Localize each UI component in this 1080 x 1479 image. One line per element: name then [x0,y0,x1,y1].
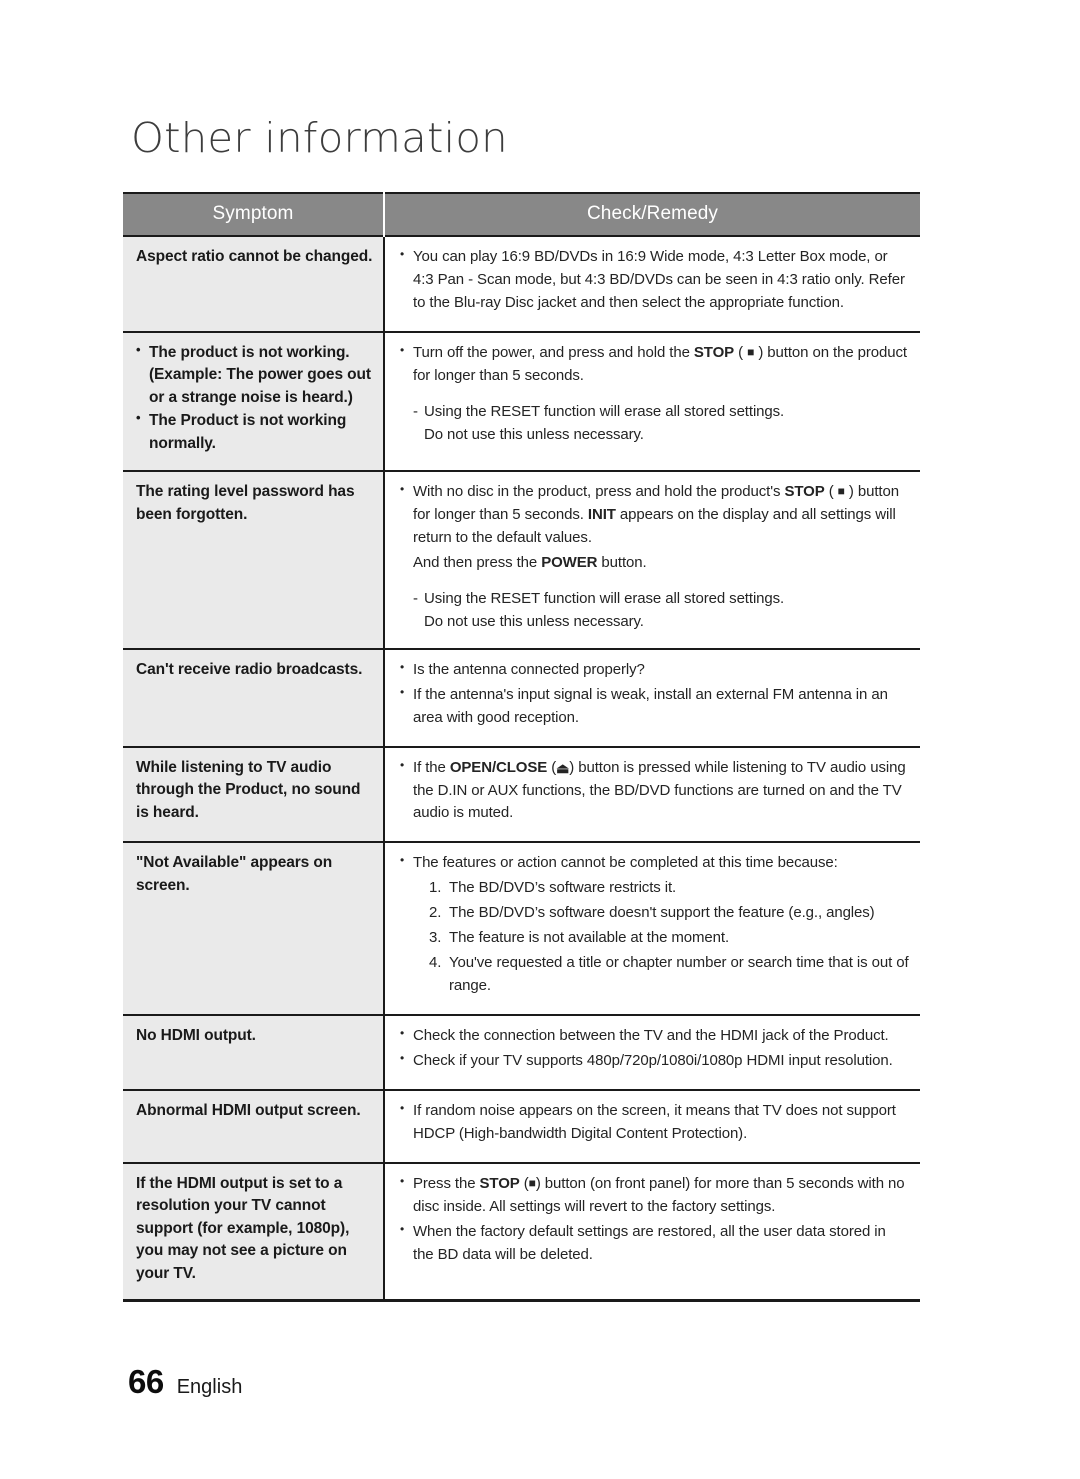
remedy-bullet-list: Turn off the power, and press and hold t… [399,341,910,388]
table-row: Abnormal HDMI output screen. If random no… [123,1089,920,1164]
remedy-note-line: Using the RESET function will erase all … [413,588,910,611]
remedy-note-line: Do not use this unless necessary. [424,612,644,630]
table-row: The product is not working. (Example: Th… [123,331,920,473]
remedy-bullet-list: You can play 16:9 BD/DVDs in 16:9 Wide m… [399,245,910,315]
table-header: Symptom Check/Remedy [123,193,920,236]
remedy-note: Using the RESET function will erase all … [399,401,910,447]
symptom-cell: While listening to TV audio through the … [123,746,385,844]
remedy-cell: Press the STOP (■) button (on front pane… [384,1162,920,1303]
symptom-list-item: The product is not working. (Example: Th… [136,341,375,409]
symptom-text: While listening to TV audio through the … [136,758,361,821]
table-row: If the HDMI output is set to a resolutio… [123,1162,920,1303]
table-row: Aspect ratio cannot be changed. You can p… [123,236,920,333]
stop-square-icon: ■ [837,484,845,499]
page-language: English [176,1376,243,1398]
remedy-cell: Is the antenna connected properly?If the… [384,648,920,748]
remedy-numbered-list: The BD/DVD’s software restricts it. The B… [399,877,910,998]
remedy-bullet-item: Press the STOP (■) button (on front pane… [399,1172,910,1219]
page-number: 66 [128,1363,164,1400]
symptom-text: Aspect ratio cannot be changed. [136,248,373,265]
remedy-bullet-list: Is the antenna connected properly?If the… [399,658,910,730]
stop-square-icon: ■ [528,1175,536,1190]
remedy-note: Using the RESET function will erase all … [399,588,910,634]
remedy-cell: If the OPEN/CLOSE (⏏) button is pressed … [384,746,920,844]
remedy-bullet-item: If the OPEN/CLOSE (⏏) button is pressed … [399,756,910,826]
page-title: Other information [131,114,508,162]
symptom-text: No HDMI output. [136,1027,256,1045]
remedy-cell: Check the connection between the TV and … [384,1015,920,1091]
remedy-bullet-item: Check if your TV supports 480p/720p/1080… [399,1049,910,1073]
remedy-numbered-item: The BD/DVD’s software restricts it. [429,877,677,900]
remedy-bullet-list: The features or action cannot be complet… [399,851,910,875]
remedy-bullet-list: Press the STOP (■) button (on front pane… [399,1172,910,1267]
remedy-plain-line: And then press the POWER button. [413,553,647,571]
column-header-symptom: Symptom [123,193,385,236]
remedy-bullet-item: Turn off the power, and press and hold t… [399,341,910,388]
remedy-bullet-item: The features or action cannot be complet… [399,851,910,875]
troubleshooting-table: Symptom Check/Remedy Aspect ratio cannot… [123,192,920,1303]
column-header-check-remedy: Check/Remedy [384,193,920,236]
remedy-cell: You can play 16:9 BD/DVDs in 16:9 Wide m… [384,236,920,333]
symptom-text: The rating level password has been forgo… [136,483,355,523]
remedy-cell: The features or action cannot be complet… [384,842,920,1017]
symptom-list: The product is not working. (Example: Th… [136,341,375,455]
troubleshooting-table-wrapper: Symptom Check/Remedy Aspect ratio cannot… [123,192,920,1303]
remedy-bullet-item: If the antenna's input signal is weak, i… [399,683,910,730]
symptom-text: If the HDMI output is set to a resolutio… [136,1174,350,1282]
remedy-numbered-item: The BD/DVD’s software doesn't support th… [429,902,875,925]
symptom-cell: The rating level password has been forgo… [123,471,385,650]
remedy-cell: With no disc in the product, press and h… [384,471,920,650]
symptom-cell: Abnormal HDMI output screen. [123,1089,385,1164]
table-header-row: Symptom Check/Remedy [123,193,920,236]
symptom-text: Abnormal HDMI output screen. [136,1101,361,1119]
remedy-bullet-item: With no disc in the product, press and h… [399,480,910,550]
table-body: Aspect ratio cannot be changed. You can p… [123,236,920,1303]
table-row: "Not Available" appears on screen. The fe… [123,842,920,1017]
symptom-cell: The product is not working. (Example: Th… [123,331,385,473]
symptom-cell: Aspect ratio cannot be changed. [123,236,385,333]
remedy-bullet-list: If the OPEN/CLOSE (⏏) button is pressed … [399,756,910,826]
page-footer: 66 English [128,1363,242,1401]
remedy-bullet-list: With no disc in the product, press and h… [399,480,910,550]
stop-square-icon: ■ [747,344,755,359]
eject-icon: ⏏ [556,759,570,776]
remedy-note-line: Using the RESET function will erase all … [413,401,910,424]
remedy-bullet-item: If random noise appears on the screen, i… [399,1099,910,1146]
remedy-bullet-item: Check the connection between the TV and … [399,1024,910,1048]
symptom-cell: "Not Available" appears on screen. [123,842,385,1017]
remedy-bullet-item: Is the antenna connected properly? [399,658,910,682]
symptom-list-item: The Product is not working normally. [136,409,375,455]
remedy-bullet-item: You can play 16:9 BD/DVDs in 16:9 Wide m… [399,245,910,315]
symptom-cell: If the HDMI output is set to a resolutio… [123,1162,385,1303]
table-row: Can't receive radio broadcasts. Is the an… [123,648,920,748]
remedy-bullet-item: When the factory default settings are re… [399,1220,910,1267]
remedy-cell: If random noise appears on the screen, i… [384,1089,920,1164]
symptom-cell: No HDMI output. [123,1015,385,1091]
table-row: While listening to TV audio through the … [123,746,920,844]
remedy-bullet-list: Check the connection between the TV and … [399,1024,910,1073]
symptom-text: Can't receive radio broadcasts. [136,660,363,678]
table-row: The rating level password has been forgo… [123,471,920,650]
remedy-numbered-item: The feature is not available at the mome… [429,927,730,950]
remedy-note-line: Do not use this unless necessary. [424,425,644,443]
remedy-bullet-list: If random noise appears on the screen, i… [399,1099,910,1146]
manual-page: Other information Symptom Check/Remedy A… [0,0,1080,1479]
table-row: No HDMI output. Check the connection betw… [123,1015,920,1091]
remedy-cell: Turn off the power, and press and hold t… [384,331,920,473]
remedy-numbered-item: You've requested a title or chapter numb… [429,952,909,995]
symptom-cell: Can't receive radio broadcasts. [123,648,385,748]
symptom-text: "Not Available" appears on screen. [136,854,333,894]
